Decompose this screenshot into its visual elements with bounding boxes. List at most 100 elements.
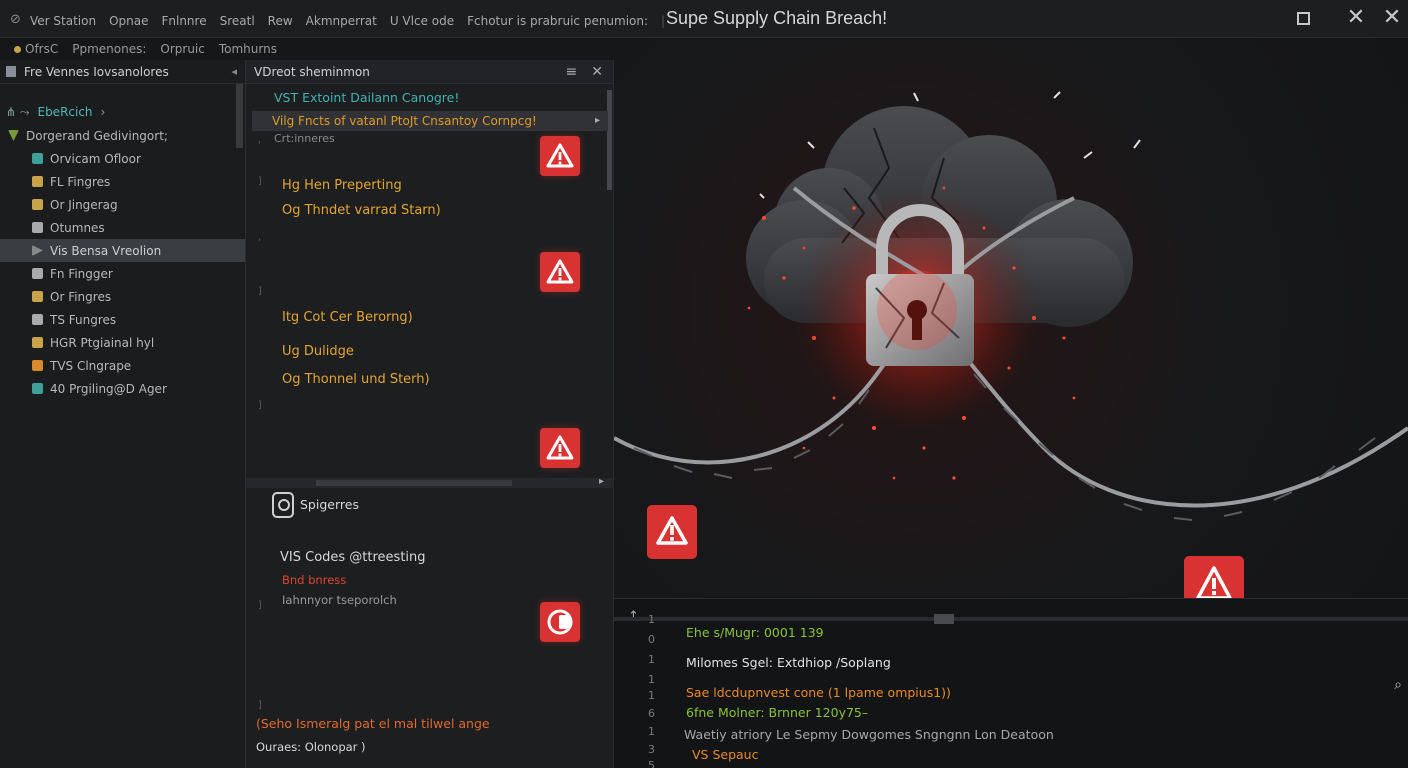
terminal-line: Sae ldcdupnvest cone (1 lpame ompius1)) (686, 685, 951, 700)
problem-row[interactable]: VST Extoint Dailann Canogre! (274, 90, 459, 105)
box-icon (32, 222, 43, 233)
menu-item[interactable]: U Vlce ode (390, 14, 454, 28)
menu-bar: Ver Station Opnae Fnlnnre Sreatl Rew Akm… (30, 14, 665, 28)
title-bar: ⊘ Ver Station Opnae Fnlnnre Sreatl Rew A… (0, 0, 1408, 38)
problem-text[interactable]: Hg Hen Preperting (282, 178, 402, 193)
menu-item[interactable]: Rew (268, 14, 293, 28)
scroll-thumb[interactable] (316, 480, 512, 486)
explorer-item[interactable]: FL Fingres (0, 170, 245, 193)
explorer-root[interactable]: ⋔ ⤳ EbeRcich › (0, 102, 245, 122)
breach-illustration (614, 38, 1408, 598)
window-title: Supe Supply Chain Breach! (666, 8, 888, 28)
explorer-item-label: Fn Fingger (50, 266, 113, 281)
chevron-left-icon[interactable]: ◂ (231, 65, 237, 78)
line-number: 1 (648, 689, 655, 702)
section-status: Bnd bnress (282, 573, 347, 587)
app-icon[interactable]: ⊘ (10, 12, 21, 27)
problem-category: Crt:inneres (274, 132, 335, 145)
warning-icon (647, 505, 697, 559)
warning-icon (540, 136, 580, 176)
explorer-item[interactable]: Otumnes (0, 216, 245, 239)
explorer-item-label: Dorgerand Gedivingort; (26, 128, 168, 143)
search-icon[interactable]: ⌕ (1394, 677, 1402, 693)
problems-title: VDreot sheminmon (254, 64, 370, 79)
problem-text[interactable]: Og Thndet varrad Starn) (282, 203, 441, 218)
scrollbar[interactable] (236, 84, 243, 148)
explorer-item[interactable]: Fn Fingger (0, 262, 245, 285)
scroll-thumb[interactable] (934, 614, 954, 624)
toolbar-item[interactable]: OfrsC (14, 42, 58, 56)
settings-icon (32, 291, 43, 302)
terminal-panel: ↑ 101116135 Ehe s/Mugr: 0001 139Milomes … (614, 598, 1408, 768)
scrollbar[interactable] (607, 90, 612, 190)
close-icon[interactable]: ✕ (591, 64, 603, 80)
menu-item[interactable]: Akmnperrat (306, 14, 377, 28)
toolbar-item[interactable]: Orpruic (160, 42, 204, 56)
explorer-item[interactable]: Orvicam Ofloor (0, 147, 245, 170)
close-tab-button[interactable]: ✕ (1342, 5, 1370, 31)
warning-icon (540, 252, 580, 292)
explorer-item-label: 40 Prgiling@D Ager (50, 381, 167, 396)
problem-text[interactable]: Ug Dulidge (282, 344, 354, 359)
terminal-divider[interactable] (614, 614, 1408, 624)
terminal-line: Waetiy atriory Le Sepmy Dowgomes Sngngnn… (684, 727, 1054, 742)
toolbar-item[interactable]: Tomhurns (219, 42, 277, 56)
menu-item[interactable]: Sreatl (220, 14, 255, 28)
gutter-mark: , (258, 232, 262, 243)
line-number: 1 (648, 613, 655, 626)
line-number: 0 (648, 633, 655, 646)
explorer-item[interactable]: 40 Prgiling@D Ager (0, 377, 245, 400)
problem-text[interactable]: Og Thonnel und Sterh) (282, 372, 430, 387)
gutter-mark: ' (258, 140, 261, 151)
explorer-item[interactable]: Or Fingres (0, 285, 245, 308)
toolbar-label: OfrsC (25, 42, 59, 56)
section-detail: Iahnnyor tseporolch (282, 593, 397, 607)
chevron-right-icon: › (100, 105, 106, 119)
package-icon (32, 360, 43, 371)
maximize-button[interactable] (1289, 5, 1317, 31)
menu-item[interactable]: Opnae (109, 14, 148, 28)
explorer-item[interactable]: Or Jingerag (0, 193, 245, 216)
secondary-toolbar: OfrsC Ppmenones: Orpruic Tomhurns (0, 38, 614, 60)
problem-label: Vilg Fncts of vatanl PtoJt Cnsantoy Corn… (272, 114, 537, 128)
line-number: 3 (648, 743, 655, 756)
tree-icon: ⋔ ⤳ (6, 104, 30, 119)
explorer-header[interactable]: Fre Vennes Iovsanolores ◂ (0, 60, 245, 84)
section-title: Spigerres (300, 497, 359, 512)
footer-text: Ouraes: Olonopar ) (256, 740, 366, 754)
terminal-line: 6fne Molner: Brnner 120y75– (686, 705, 869, 720)
menu-item[interactable]: Fnlnnre (161, 14, 206, 28)
menu-item[interactable]: Fchotur is prabruic penumion: (467, 14, 648, 28)
file-icon (32, 176, 43, 187)
gutter-mark: ] (258, 400, 262, 411)
panel-divider[interactable]: ▸ (246, 476, 614, 488)
explorer-item[interactable]: HGR Ptgiainal hyl (0, 331, 245, 354)
explorer-item[interactable]: TVS Clngrape (0, 354, 245, 377)
problem-text[interactable]: Itg Cot Cer Berorng) (282, 310, 413, 325)
explorer-item-label: Otumnes (50, 220, 105, 235)
menu-item[interactable]: Ver Station (30, 14, 96, 28)
problems-header: VDreot sheminmon ≡ ✕ (246, 60, 613, 84)
line-number: 6 (648, 707, 655, 720)
problem-row-selected[interactable]: Vilg Fncts of vatanl PtoJt Cnsantoy Corn… (252, 111, 608, 131)
gutter-mark: ] (258, 176, 262, 187)
file-icon (32, 153, 43, 164)
menu-icon[interactable]: ≡ (566, 64, 578, 80)
gutter-mark: ] (258, 700, 262, 711)
explorer-item[interactable]: TS Fungres (0, 308, 245, 331)
leaf-icon (32, 383, 43, 394)
chevron-right-icon (32, 245, 43, 256)
close-window-button[interactable]: ✕ (1378, 5, 1406, 31)
line-number: 1 (648, 725, 655, 738)
lock-glow (877, 270, 957, 350)
settings-icon (32, 268, 43, 279)
menu-separator: | (661, 14, 666, 28)
package-icon (32, 337, 43, 348)
explorer-item-label: Orvicam Ofloor (50, 151, 141, 166)
folder-icon (6, 66, 16, 77)
toolbar-item[interactable]: Ppmenones: (72, 42, 146, 56)
explorer-item[interactable]: Dorgerand Gedivingort; (0, 124, 245, 147)
section-heading[interactable]: VIS Codes @ttreesting (280, 550, 426, 565)
explorer-item[interactable]: Vis Bensa Vreolion (0, 239, 245, 262)
warning-icon (540, 428, 580, 468)
